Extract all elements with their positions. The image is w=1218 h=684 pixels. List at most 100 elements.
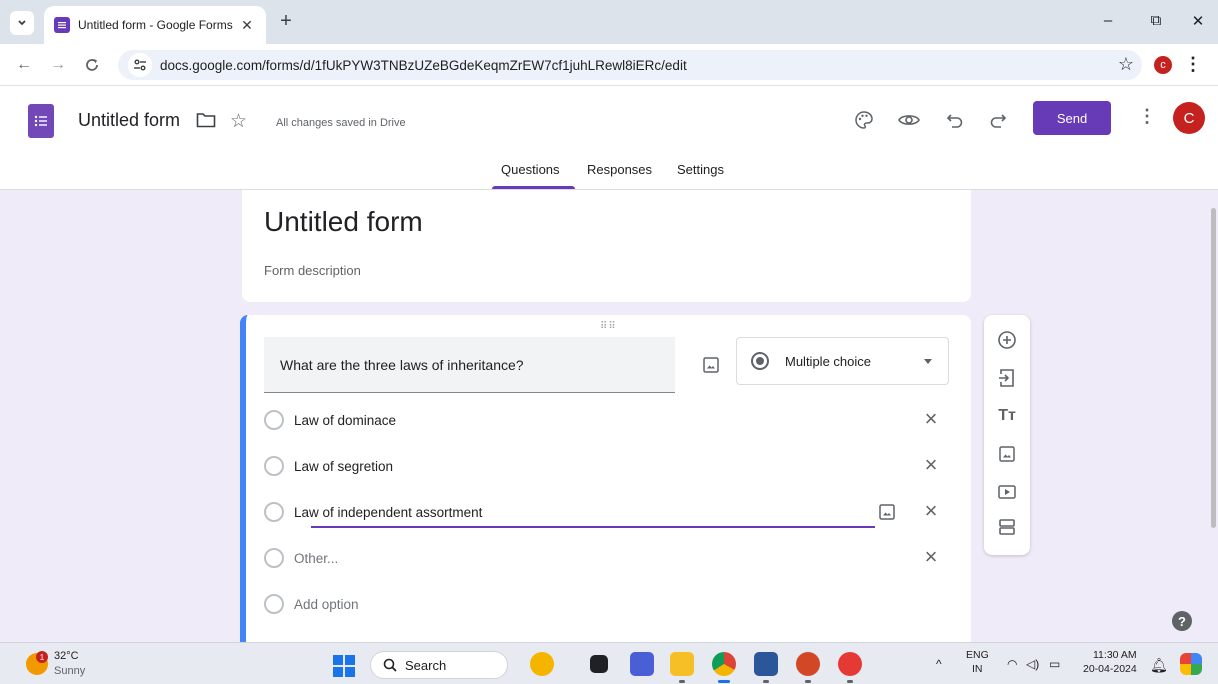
document-title[interactable]: Untitled form <box>78 110 180 131</box>
region-code[interactable]: IN <box>972 663 983 675</box>
drag-handle-icon[interactable]: ⠿⠿ <box>600 321 617 332</box>
forms-logo-icon[interactable] <box>28 104 54 138</box>
add-image-icon[interactable] <box>701 355 721 375</box>
forms-header: Untitled form ☆ All changes saved in Dri… <box>0 86 1218 190</box>
wifi-icon[interactable]: ◠ <box>1007 657 1017 671</box>
option-label[interactable]: Other... <box>294 551 338 566</box>
show-hidden-icons-chevron-icon[interactable]: ^ <box>936 657 942 671</box>
move-to-folder-icon[interactable] <box>196 112 216 133</box>
add-title-icon[interactable]: Tт <box>995 404 1019 428</box>
running-indicator <box>679 680 685 683</box>
widget-app-icon[interactable] <box>530 652 554 676</box>
terminal-app-icon[interactable] <box>590 655 608 673</box>
option-row-editing[interactable]: Law of independent assortment × <box>264 497 954 528</box>
battery-icon[interactable]: ▭ <box>1049 657 1060 671</box>
photo-app-icon[interactable] <box>630 652 654 676</box>
active-field-underline <box>311 526 875 528</box>
question-title-field[interactable]: What are the three laws of inheritance? <box>264 337 675 393</box>
add-section-icon[interactable] <box>995 515 1019 539</box>
page-scrollbar[interactable] <box>1211 208 1216 528</box>
add-option-row[interactable]: Add option <box>264 589 954 619</box>
running-indicator <box>805 680 811 683</box>
minimize-button[interactable]: – <box>1098 12 1118 32</box>
redo-icon[interactable] <box>986 108 1010 132</box>
remove-option-icon[interactable]: × <box>919 545 943 569</box>
dropdown-arrow-icon <box>924 358 932 364</box>
search-label: Search <box>405 657 447 673</box>
add-video-icon[interactable] <box>995 480 1019 504</box>
browser-profile-avatar[interactable]: c <box>1154 56 1172 74</box>
send-button[interactable]: Send <box>1033 101 1111 135</box>
question-card[interactable]: ⠿⠿ What are the three laws of inheritanc… <box>240 315 971 642</box>
add-image-icon[interactable] <box>995 442 1019 466</box>
radio-button-checked-icon <box>751 352 769 370</box>
radio-circle-icon <box>264 548 284 568</box>
tab-questions[interactable]: Questions <box>501 162 560 177</box>
bookmark-star-icon[interactable]: ☆ <box>1118 54 1134 75</box>
taskbar-search[interactable]: Search <box>370 651 508 679</box>
forward-arrow-icon[interactable]: → <box>48 55 68 75</box>
option-row[interactable]: Law of dominace × <box>264 405 954 435</box>
more-vert-icon[interactable]: ⋮ <box>1138 106 1156 127</box>
palette-icon[interactable] <box>852 108 876 132</box>
file-explorer-icon[interactable] <box>670 652 694 676</box>
star-icon[interactable]: ☆ <box>230 110 247 133</box>
clock-time[interactable]: 11:30 AM <box>1093 649 1137 661</box>
form-canvas: Untitled form Form description ⠿⠿ What a… <box>0 190 1218 642</box>
reload-icon[interactable] <box>82 55 102 75</box>
notification-badge: 1 <box>36 651 48 663</box>
add-question-icon[interactable] <box>995 328 1019 352</box>
option-label[interactable]: Law of segretion <box>294 459 393 474</box>
import-questions-icon[interactable] <box>995 366 1019 390</box>
radio-circle-icon <box>264 594 284 614</box>
tab-settings[interactable]: Settings <box>677 162 724 177</box>
weather-condition[interactable]: Sunny <box>54 665 85 677</box>
clock-date[interactable]: 20-04-2024 <box>1083 663 1137 675</box>
preview-eye-icon[interactable] <box>897 108 921 132</box>
powerpoint-icon[interactable] <box>796 652 820 676</box>
active-app-indicator <box>718 680 730 683</box>
close-window-button[interactable]: ✕ <box>1188 12 1208 32</box>
tab-search-chevron-icon[interactable] <box>10 11 34 35</box>
new-tab-button[interactable]: + <box>276 11 296 32</box>
chrome-icon[interactable] <box>712 652 736 676</box>
search-icon <box>383 658 397 672</box>
weather-temperature[interactable]: 32°C <box>54 650 79 662</box>
option-label[interactable]: Law of dominace <box>294 413 396 428</box>
option-image-icon[interactable] <box>877 502 897 522</box>
language-code[interactable]: ENG <box>966 649 989 661</box>
word-icon[interactable] <box>754 652 778 676</box>
running-indicator <box>763 680 769 683</box>
option-row-other[interactable]: Other... × <box>264 543 954 573</box>
url-field[interactable]: docs.google.com/forms/d/1fUkPYW3TNBzUZeB… <box>118 50 1142 80</box>
remove-option-icon[interactable]: × <box>919 453 943 477</box>
url-text: docs.google.com/forms/d/1fUkPYW3TNBzUZeB… <box>160 57 687 73</box>
windows-start-icon[interactable] <box>333 655 355 677</box>
form-description-field[interactable]: Form description <box>264 263 361 278</box>
option-label[interactable]: Law of independent assortment <box>294 505 482 520</box>
browser-menu-icon[interactable]: ⋮ <box>1184 54 1202 75</box>
windows-taskbar: 1 32°C Sunny Search ^ ENG IN ◠ ◁) ▭ 11:3… <box>0 642 1218 684</box>
form-title-field[interactable]: Untitled form <box>264 206 423 238</box>
tab-close-icon[interactable]: ✕ <box>238 17 256 34</box>
volume-icon[interactable]: ◁) <box>1026 657 1039 671</box>
browser-tab-bar: Untitled form - Google Forms ✕ + – ⧉ ✕ <box>0 0 1218 44</box>
restore-button[interactable]: ⧉ <box>1146 12 1166 32</box>
address-bar: ← → docs.google.com/forms/d/1fUkPYW3TNBz… <box>0 44 1218 86</box>
browser-tab[interactable]: Untitled form - Google Forms ✕ <box>44 6 266 44</box>
question-type-dropdown[interactable]: Multiple choice <box>736 337 949 385</box>
remove-option-icon[interactable]: × <box>919 407 943 431</box>
active-tab-indicator <box>492 186 575 189</box>
help-icon[interactable]: ? <box>1172 611 1192 631</box>
wps-office-icon[interactable] <box>838 652 862 676</box>
site-settings-icon[interactable] <box>128 53 152 77</box>
copilot-icon[interactable] <box>1180 653 1202 675</box>
undo-icon[interactable] <box>943 108 967 132</box>
remove-option-icon[interactable]: × <box>919 499 943 523</box>
back-arrow-icon[interactable]: ← <box>14 55 34 75</box>
tab-responses[interactable]: Responses <box>587 162 652 177</box>
add-option-link[interactable]: Add option <box>294 597 359 612</box>
notification-bell-icon[interactable]: 🔔︎ <box>1150 657 1168 674</box>
account-avatar[interactable]: C <box>1173 102 1205 134</box>
option-row[interactable]: Law of segretion × <box>264 451 954 481</box>
